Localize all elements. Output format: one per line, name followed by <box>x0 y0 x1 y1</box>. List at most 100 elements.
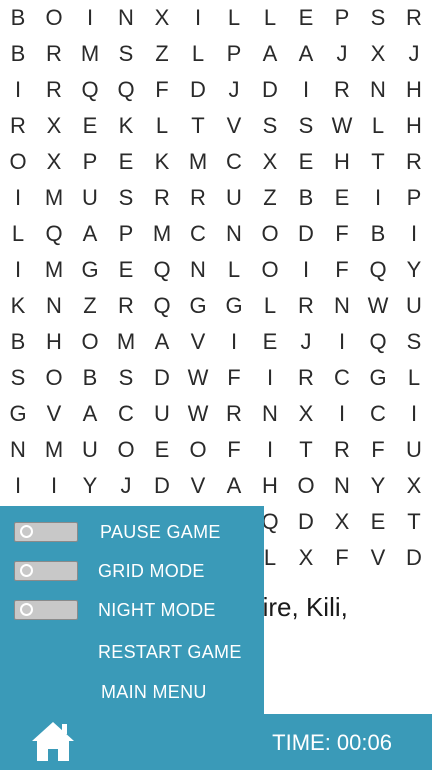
grid-letter[interactable]: P <box>324 0 360 36</box>
grid-letter[interactable]: J <box>108 468 144 504</box>
grid-letter[interactable]: M <box>36 252 72 288</box>
grid-letter[interactable]: G <box>72 252 108 288</box>
grid-letter[interactable]: N <box>360 72 396 108</box>
grid-letter[interactable]: V <box>216 108 252 144</box>
grid-letter[interactable]: R <box>36 72 72 108</box>
grid-letter[interactable]: X <box>288 540 324 576</box>
grid-letter[interactable]: R <box>0 108 36 144</box>
main-menu-button[interactable]: MAIN MENU <box>0 674 264 710</box>
grid-letter[interactable]: I <box>0 180 36 216</box>
grid-letter[interactable]: I <box>216 324 252 360</box>
grid-letter[interactable]: X <box>324 504 360 540</box>
grid-letter[interactable]: D <box>144 468 180 504</box>
grid-letter[interactable]: Y <box>396 252 432 288</box>
grid-letter[interactable]: B <box>288 180 324 216</box>
grid-letter[interactable]: O <box>72 324 108 360</box>
grid-letter[interactable]: X <box>288 396 324 432</box>
grid-letter[interactable]: I <box>0 72 36 108</box>
grid-letter[interactable]: M <box>36 180 72 216</box>
grid-letter[interactable]: R <box>288 288 324 324</box>
grid-letter[interactable]: E <box>360 504 396 540</box>
grid-letter[interactable]: P <box>108 216 144 252</box>
grid-letter[interactable]: I <box>36 468 72 504</box>
grid-letter[interactable]: X <box>396 468 432 504</box>
grid-letter[interactable]: B <box>0 0 36 36</box>
grid-letter[interactable]: U <box>216 180 252 216</box>
grid-letter[interactable]: C <box>360 396 396 432</box>
grid-letter[interactable]: G <box>180 288 216 324</box>
grid-letter[interactable]: H <box>396 108 432 144</box>
grid-letter[interactable]: J <box>396 36 432 72</box>
grid-letter[interactable]: I <box>0 468 36 504</box>
grid-letter[interactable]: X <box>360 36 396 72</box>
grid-letter[interactable]: O <box>0 144 36 180</box>
grid-letter[interactable]: R <box>36 36 72 72</box>
grid-letter[interactable]: T <box>288 432 324 468</box>
grid-letter[interactable]: V <box>180 324 216 360</box>
night-mode-row[interactable]: NIGHT MODE <box>0 592 264 628</box>
grid-letter[interactable]: R <box>324 432 360 468</box>
grid-letter[interactable]: P <box>396 180 432 216</box>
grid-letter[interactable]: V <box>36 396 72 432</box>
grid-letter[interactable]: S <box>288 108 324 144</box>
grid-letter[interactable]: V <box>360 540 396 576</box>
grid-letter[interactable]: H <box>252 468 288 504</box>
grid-letter[interactable]: D <box>252 72 288 108</box>
grid-letter[interactable]: I <box>288 252 324 288</box>
grid-letter[interactable]: L <box>180 36 216 72</box>
grid-letter[interactable]: C <box>180 216 216 252</box>
grid-letter[interactable]: A <box>288 36 324 72</box>
grid-letter[interactable]: E <box>288 0 324 36</box>
grid-letter[interactable]: R <box>180 180 216 216</box>
grid-letter[interactable]: M <box>108 324 144 360</box>
grid-letter[interactable]: C <box>216 144 252 180</box>
grid-letter[interactable]: S <box>252 108 288 144</box>
grid-letter[interactable]: C <box>108 396 144 432</box>
grid-letter[interactable]: O <box>36 360 72 396</box>
grid-letter[interactable]: I <box>396 216 432 252</box>
grid-letter[interactable]: T <box>360 144 396 180</box>
grid-letter[interactable]: E <box>324 180 360 216</box>
grid-letter[interactable]: G <box>360 360 396 396</box>
home-button[interactable] <box>30 719 76 763</box>
grid-letter[interactable]: I <box>252 360 288 396</box>
grid-letter[interactable]: H <box>324 144 360 180</box>
grid-letter[interactable]: S <box>108 360 144 396</box>
grid-letter[interactable]: H <box>36 324 72 360</box>
grid-letter[interactable]: J <box>216 72 252 108</box>
grid-letter[interactable]: G <box>0 396 36 432</box>
grid-letter[interactable]: D <box>396 540 432 576</box>
grid-letter[interactable]: X <box>36 144 72 180</box>
grid-letter[interactable]: U <box>396 432 432 468</box>
grid-letter[interactable]: L <box>0 216 36 252</box>
grid-letter[interactable]: Q <box>360 324 396 360</box>
grid-letter[interactable]: J <box>324 36 360 72</box>
grid-letter[interactable]: I <box>180 0 216 36</box>
grid-letter[interactable]: B <box>0 36 36 72</box>
grid-letter[interactable]: W <box>180 396 216 432</box>
grid-letter[interactable]: M <box>72 36 108 72</box>
grid-letter[interactable]: E <box>72 108 108 144</box>
grid-letter[interactable]: Q <box>72 72 108 108</box>
grid-letter[interactable]: I <box>288 72 324 108</box>
grid-letter[interactable]: A <box>144 324 180 360</box>
grid-letter[interactable]: E <box>108 144 144 180</box>
grid-letter[interactable]: S <box>108 36 144 72</box>
restart-game-button[interactable]: RESTART GAME <box>0 634 264 670</box>
grid-letter[interactable]: J <box>288 324 324 360</box>
grid-letter[interactable]: S <box>0 360 36 396</box>
grid-letter[interactable]: F <box>324 540 360 576</box>
grid-letter[interactable]: L <box>252 288 288 324</box>
grid-letter[interactable]: R <box>288 360 324 396</box>
grid-letter[interactable]: I <box>360 180 396 216</box>
grid-letter[interactable]: L <box>216 0 252 36</box>
grid-letter[interactable]: A <box>216 468 252 504</box>
grid-letter[interactable]: F <box>360 432 396 468</box>
grid-letter[interactable]: R <box>396 0 432 36</box>
grid-letter[interactable]: I <box>324 324 360 360</box>
grid-letter[interactable]: L <box>216 252 252 288</box>
grid-letter[interactable]: O <box>180 432 216 468</box>
grid-letter[interactable]: P <box>72 144 108 180</box>
grid-letter[interactable]: L <box>144 108 180 144</box>
grid-letter[interactable]: X <box>36 108 72 144</box>
